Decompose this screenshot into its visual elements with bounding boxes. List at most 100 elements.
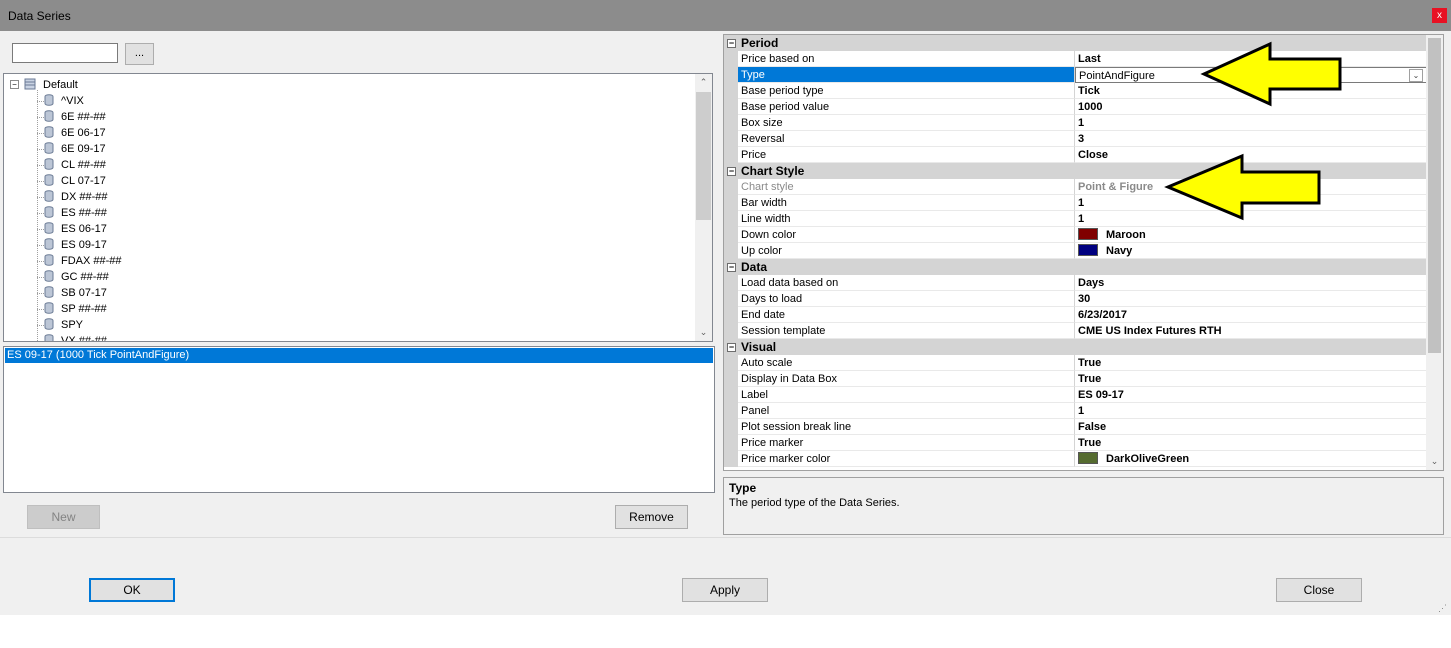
property-value-cell[interactable]: 1: [1075, 115, 1427, 131]
property-row[interactable]: Plot session break line False: [724, 419, 1427, 435]
property-value-cell[interactable]: Maroon: [1075, 227, 1427, 243]
series-list[interactable]: ES 09-17 (1000 Tick PointAndFigure): [3, 346, 715, 493]
property-value-cell[interactable]: CME US Index Futures RTH: [1075, 323, 1427, 339]
database-icon: [44, 286, 54, 298]
scroll-down-icon[interactable]: ⌄: [1426, 453, 1443, 470]
property-row[interactable]: End date 6/23/2017: [724, 307, 1427, 323]
property-row[interactable]: Price marker True: [724, 435, 1427, 451]
property-value-cell[interactable]: 3: [1075, 131, 1427, 147]
property-row[interactable]: Reversal 3: [724, 131, 1427, 147]
new-button[interactable]: New: [27, 505, 100, 529]
tree-item[interactable]: ES 06-17: [44, 222, 107, 236]
property-name: Down color: [738, 227, 1075, 243]
property-value-cell[interactable]: 1: [1075, 403, 1427, 419]
tree-item[interactable]: 6E 09-17: [44, 142, 106, 156]
row-gutter: [724, 179, 738, 195]
property-name: Display in Data Box: [738, 371, 1075, 387]
tree-item-label: SP ##-##: [61, 303, 107, 315]
property-value-cell[interactable]: True: [1075, 371, 1427, 387]
property-value-cell[interactable]: 6/23/2017: [1075, 307, 1427, 323]
resize-grip-icon[interactable]: ⋰: [1438, 603, 1448, 613]
scroll-thumb[interactable]: [1428, 38, 1441, 353]
property-value-cell[interactable]: Navy: [1075, 243, 1427, 259]
property-row[interactable]: Display in Data Box True: [724, 371, 1427, 387]
tree-item[interactable]: ^VIX: [44, 94, 84, 108]
tree-item[interactable]: VX ##-##: [44, 334, 107, 342]
ok-button[interactable]: OK: [89, 578, 175, 602]
database-group-icon: [24, 78, 36, 90]
tree-item[interactable]: GC ##-##: [44, 270, 109, 284]
search-input[interactable]: [12, 43, 118, 63]
tree-item[interactable]: DX ##-##: [44, 190, 107, 204]
category-visual[interactable]: − Visual: [724, 339, 1427, 355]
tree-scrollbar[interactable]: ⌃ ⌄: [695, 74, 712, 341]
instrument-tree[interactable]: − Default ^VIX 6E ##-## 6E 06-17 6E 09-17 CL…: [3, 73, 713, 342]
tree-item[interactable]: CL 07-17: [44, 174, 106, 188]
grid-scrollbar[interactable]: ⌄: [1426, 35, 1443, 470]
remove-button[interactable]: Remove: [615, 505, 688, 529]
row-gutter: [724, 371, 738, 387]
tree-item[interactable]: FDAX ##-##: [44, 254, 122, 268]
tree-item[interactable]: ES ##-##: [44, 206, 107, 220]
property-row[interactable]: Days to load 30: [724, 291, 1427, 307]
property-row[interactable]: Box size 1: [724, 115, 1427, 131]
database-icon: [44, 206, 54, 218]
collapse-icon[interactable]: −: [727, 343, 736, 352]
property-value-cell[interactable]: ES 09-17: [1075, 387, 1427, 403]
database-icon: [44, 126, 54, 138]
series-list-item[interactable]: ES 09-17 (1000 Tick PointAndFigure): [5, 348, 713, 363]
property-name: Price marker: [738, 435, 1075, 451]
color-swatch: [1078, 228, 1098, 240]
property-value: 1: [1078, 117, 1085, 129]
tree-item[interactable]: SPY: [44, 318, 83, 332]
apply-button[interactable]: Apply: [682, 578, 768, 602]
tree-item-label: ES 06-17: [61, 223, 107, 235]
collapse-icon[interactable]: −: [727, 263, 736, 272]
property-value-cell[interactable]: True: [1075, 435, 1427, 451]
property-row[interactable]: Panel 1: [724, 403, 1427, 419]
scroll-thumb[interactable]: [696, 92, 711, 220]
tree-item[interactable]: ES 09-17: [44, 238, 107, 252]
property-row[interactable]: Auto scale True: [724, 355, 1427, 371]
tree-root[interactable]: Default: [24, 78, 78, 92]
property-name: Price marker color: [738, 451, 1075, 467]
database-icon: [44, 238, 54, 250]
tree-item[interactable]: SB 07-17: [44, 286, 107, 300]
collapse-icon[interactable]: −: [10, 80, 19, 89]
property-value-cell[interactable]: False: [1075, 419, 1427, 435]
row-gutter: [724, 419, 738, 435]
tree-item-label: CL ##-##: [61, 159, 106, 171]
property-name: Panel: [738, 403, 1075, 419]
scroll-down-icon[interactable]: ⌄: [695, 324, 712, 341]
tree-item-label: VX ##-##: [61, 335, 107, 342]
close-window-icon[interactable]: x: [1432, 8, 1447, 23]
close-button[interactable]: Close: [1276, 578, 1362, 602]
row-gutter: [724, 243, 738, 259]
property-value: 1000: [1078, 101, 1103, 113]
yellow-arrow-annotation: [1164, 153, 1321, 221]
tree-item[interactable]: SP ##-##: [44, 302, 107, 316]
tree-item[interactable]: 6E 06-17: [44, 126, 106, 140]
collapse-icon[interactable]: −: [727, 167, 736, 176]
tree-item[interactable]: CL ##-##: [44, 158, 106, 172]
browse-button[interactable]: ...: [125, 43, 154, 65]
property-row[interactable]: Load data based on Days: [724, 275, 1427, 291]
tree-item[interactable]: 6E ##-##: [44, 110, 106, 124]
property-row[interactable]: Up color Navy: [724, 243, 1427, 259]
property-value-cell[interactable]: True: [1075, 355, 1427, 371]
property-value-cell[interactable]: Days: [1075, 275, 1427, 291]
category-data[interactable]: − Data: [724, 259, 1427, 275]
tree-item-label: ES ##-##: [61, 207, 107, 219]
property-row[interactable]: Label ES 09-17: [724, 387, 1427, 403]
category-label: Data: [741, 260, 768, 274]
property-row[interactable]: Session template CME US Index Futures RTH: [724, 323, 1427, 339]
property-row[interactable]: Price marker color DarkOliveGreen: [724, 451, 1427, 467]
scroll-up-icon[interactable]: ⌃: [695, 74, 712, 91]
property-value-cell[interactable]: 30: [1075, 291, 1427, 307]
category-label: Period: [741, 36, 779, 50]
property-value-cell[interactable]: DarkOliveGreen: [1075, 451, 1427, 467]
collapse-icon[interactable]: −: [727, 39, 736, 48]
property-row[interactable]: Down color Maroon: [724, 227, 1427, 243]
chevron-down-icon[interactable]: ⌄: [1409, 69, 1423, 82]
row-gutter: [724, 147, 738, 163]
